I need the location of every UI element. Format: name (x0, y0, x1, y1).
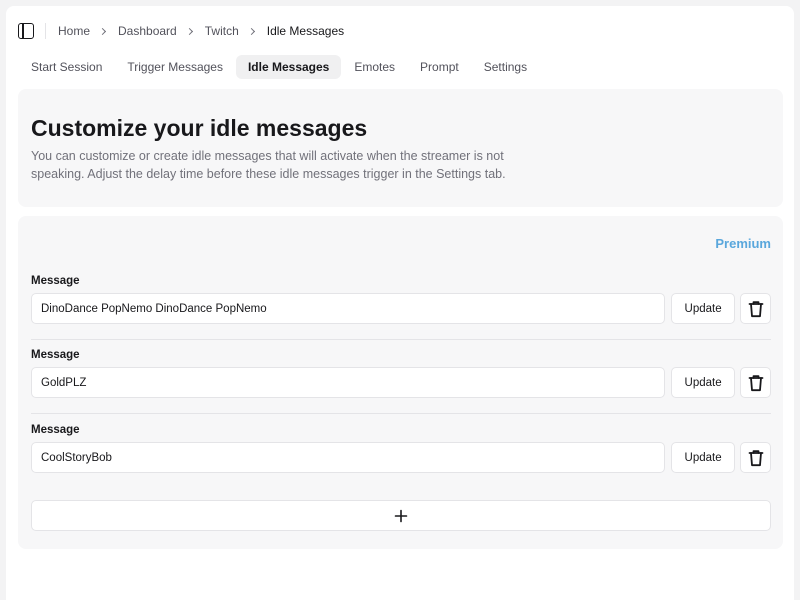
message-input[interactable] (31, 293, 666, 324)
trash-icon (748, 374, 763, 391)
message-row: Message Update (31, 275, 771, 324)
breadcrumb-home[interactable]: Home (58, 24, 90, 38)
trash-icon (748, 449, 763, 466)
message-label: Message (31, 275, 80, 287)
message-controls: Update (31, 293, 771, 324)
delete-button[interactable] (740, 442, 771, 473)
page-title: Customize your idle messages (31, 115, 368, 141)
tab-emotes[interactable]: Emotes (342, 55, 407, 79)
add-message-button[interactable] (31, 500, 771, 531)
plus-icon (394, 509, 408, 522)
page-description: You can customize or create idle message… (31, 149, 506, 181)
sidebar-toggle-icon[interactable] (18, 23, 34, 39)
trash-icon (748, 300, 763, 317)
tab-trigger-messages[interactable]: Trigger Messages (115, 55, 235, 79)
message-controls: Update (31, 442, 771, 473)
message-label: Message (31, 349, 80, 361)
chevron-right-icon (247, 27, 255, 35)
header-divider (45, 23, 46, 39)
delete-button[interactable] (740, 293, 771, 324)
premium-badge: Premium (715, 236, 771, 251)
message-input[interactable] (31, 442, 666, 473)
chevron-right-icon (98, 27, 107, 35)
intro-card: Customize your idle messages You can cus… (18, 89, 783, 207)
update-button[interactable]: Update (671, 367, 736, 398)
update-button[interactable]: Update (671, 442, 736, 473)
message-row: Message Update (31, 349, 771, 398)
message-row: Message Update (31, 424, 771, 473)
tab-bar: Start Session Trigger Messages Idle Mess… (19, 55, 539, 79)
breadcrumb: Home Dashboard Twitch Idle Messages (58, 24, 344, 38)
breadcrumb-twitch[interactable]: Twitch (205, 24, 239, 38)
tab-settings[interactable]: Settings (472, 55, 539, 79)
breadcrumb-dashboard[interactable]: Dashboard (118, 24, 177, 38)
idle-messages-card: Premium Message Update Message (18, 216, 783, 549)
chevron-right-icon (185, 27, 193, 35)
header: Home Dashboard Twitch Idle Messages (18, 20, 344, 42)
row-divider (31, 413, 771, 414)
row-divider (31, 339, 771, 340)
tab-prompt[interactable]: Prompt (408, 55, 471, 79)
tab-idle-messages[interactable]: Idle Messages (235, 55, 342, 79)
message-input[interactable] (31, 367, 666, 398)
breadcrumb-current: Idle Messages (266, 24, 345, 38)
update-button[interactable]: Update (671, 293, 736, 324)
message-label: Message (31, 424, 80, 436)
message-controls: Update (31, 367, 771, 398)
tab-start-session[interactable]: Start Session (19, 55, 114, 79)
app-page: Home Dashboard Twitch Idle Messages Star… (6, 6, 794, 600)
delete-button[interactable] (740, 367, 771, 398)
